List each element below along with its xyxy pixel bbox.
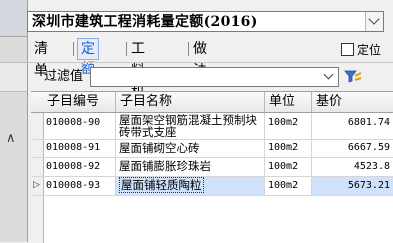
- column-header-code[interactable]: 子目编号: [43, 92, 116, 112]
- filter-dropdown-button[interactable]: [322, 69, 336, 85]
- tab-separator: [73, 42, 74, 56]
- column-header-name[interactable]: 子目名称: [116, 92, 265, 112]
- cell-name: 屋面架空钢筋混凝土预制块砖带式支座: [116, 113, 265, 139]
- left-panel-header: [0, 0, 27, 37]
- tab-materials[interactable]: 工料机: [128, 38, 148, 101]
- table-row[interactable]: 010008-92 屋面铺膨胀珍珠岩 100m2 4523.8: [31, 158, 393, 177]
- tab-method[interactable]: 做法: [190, 38, 210, 79]
- cell-price: 6667.59: [347, 142, 390, 153]
- filter-label: 过滤值: [44, 69, 84, 84]
- cell-price: 4523.8: [353, 161, 390, 172]
- left-panel-collapse-bar[interactable]: ∧: [0, 62, 27, 146]
- tab-bill[interactable]: 清单: [31, 38, 51, 79]
- cell-price: 5673.21: [312, 177, 393, 195]
- cell-code: 010008-92: [43, 158, 116, 176]
- quota-book-select[interactable]: 深圳市建筑工程消耗量定额(2016): [27, 11, 384, 32]
- locate-label: 定位: [357, 43, 382, 57]
- quota-table: 子目编号 子目名称 单位 基价 010008-90 屋面架空钢筋混凝土预制块砖带…: [31, 91, 393, 243]
- tab-separator: [126, 42, 127, 56]
- row-pointer-icon: ▷: [33, 180, 40, 190]
- cell-name: 屋面铺砌空心砖: [116, 140, 265, 157]
- quota-book-dropdown-button[interactable]: [365, 12, 383, 31]
- chevron-down-icon: [323, 69, 334, 80]
- cell-unit: 100m2: [265, 177, 312, 195]
- cell-price: 6801.74: [347, 117, 390, 128]
- locate-checkbox-box[interactable]: [341, 43, 354, 56]
- quota-book-value: 深圳市建筑工程消耗量定额(2016): [32, 14, 258, 30]
- cell-unit: 100m2: [265, 158, 312, 176]
- filter-input[interactable]: [90, 67, 339, 87]
- chevron-down-icon: [368, 13, 380, 25]
- table-row[interactable]: 010008-91 屋面铺砌空心砖 100m2 6667.59: [31, 140, 393, 158]
- table-row[interactable]: 010008-90 屋面架空钢筋混凝土预制块砖带式支座 100m2 6801.7…: [31, 113, 393, 140]
- filter-icon[interactable]: [344, 68, 362, 86]
- cell-code: 010008-93: [43, 177, 116, 195]
- chevron-up-icon[interactable]: ∧: [6, 131, 16, 146]
- cell-unit: 100m2: [265, 140, 312, 157]
- cell-name: 屋面铺轻质陶粒: [116, 177, 265, 195]
- table-row-selected[interactable]: ▷ 010008-93 屋面铺轻质陶粒 100m2 5673.21: [31, 177, 393, 196]
- tab-quota[interactable]: 定额: [77, 38, 99, 77]
- column-header-unit[interactable]: 单位: [265, 92, 312, 112]
- tab-divider: [27, 62, 393, 63]
- tab-separator: [188, 42, 189, 56]
- column-header-price[interactable]: 基价: [312, 92, 393, 112]
- table-header: 子目编号 子目名称 单位 基价: [31, 92, 393, 113]
- cell-code: 010008-90: [43, 113, 116, 139]
- left-panel-strip: ∧: [0, 0, 28, 242]
- cell-name-text: 屋面铺轻质陶粒: [119, 177, 204, 193]
- cell-code: 010008-91: [43, 140, 116, 157]
- cell-unit: 100m2: [265, 113, 312, 139]
- cell-name: 屋面铺膨胀珍珠岩: [116, 158, 265, 176]
